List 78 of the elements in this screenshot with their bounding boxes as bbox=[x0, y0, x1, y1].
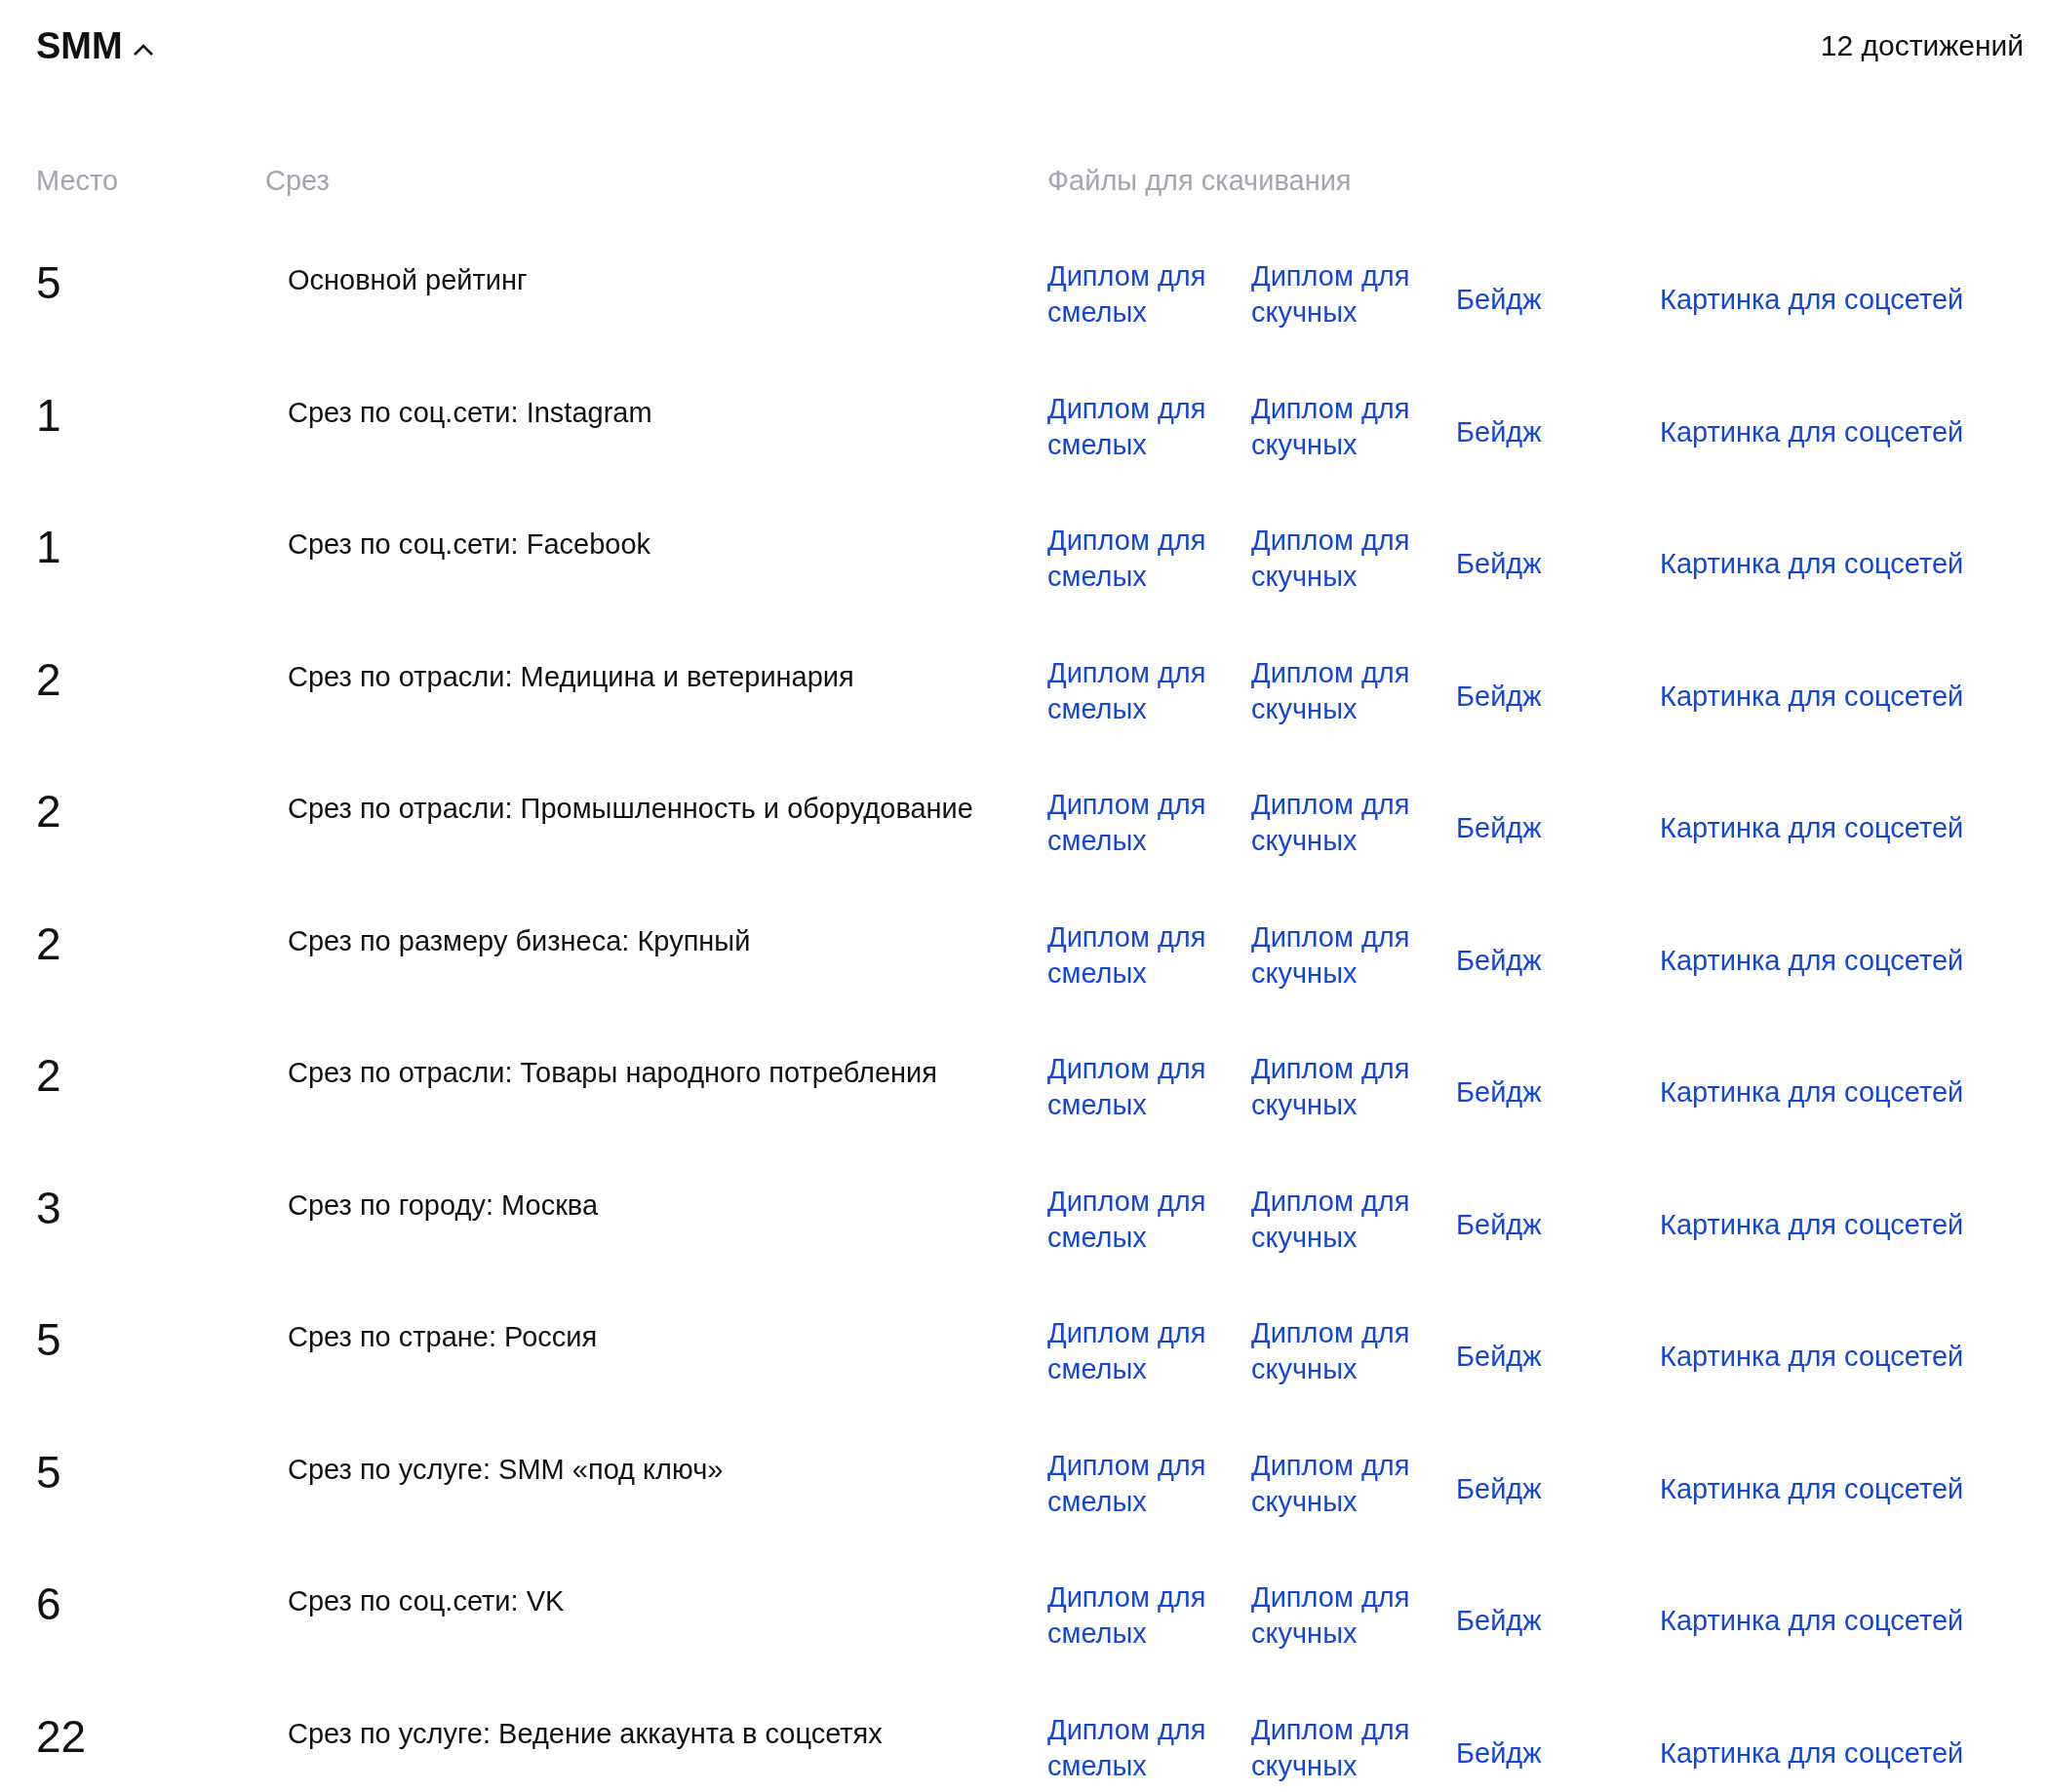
place-number: 6 bbox=[36, 1579, 62, 1631]
caret-icon bbox=[132, 42, 154, 57]
download-link[interactable]: Диплом для скучных bbox=[1251, 1183, 1432, 1256]
download-link[interactable]: Диплом для скучных bbox=[1251, 1711, 1432, 1784]
download-link[interactable]: Диплом для смелых bbox=[1047, 390, 1228, 463]
slice-name: Срез по отрасли: Товары народного потребления bbox=[287, 1056, 939, 1089]
slice-name: Срез по городу: Москва bbox=[287, 1188, 600, 1222]
download-link[interactable]: Бейдж bbox=[1456, 1339, 1542, 1375]
download-link[interactable]: Диплом для скучных bbox=[1251, 1579, 1432, 1652]
download-link[interactable]: Диплом для смелых bbox=[1047, 1711, 1228, 1784]
download-link[interactable]: Диплом для смелых bbox=[1047, 918, 1228, 992]
place-number: 22 bbox=[36, 1711, 88, 1764]
achievements-count: 12 достижений bbox=[1820, 29, 2024, 62]
place-number: 5 bbox=[36, 1447, 62, 1500]
download-link[interactable]: Диплом для смелых bbox=[1047, 1183, 1228, 1256]
download-link[interactable]: Диплом для смелых bbox=[1047, 258, 1228, 331]
download-link[interactable]: Диплом для скучных bbox=[1251, 918, 1432, 992]
place-number: 2 bbox=[36, 1051, 62, 1103]
place-number: 5 bbox=[36, 1315, 62, 1367]
place-number: 2 bbox=[36, 918, 62, 971]
download-link[interactable]: Картинка для соцсетей bbox=[1660, 678, 1964, 715]
slice-name: Срез по соц.сети: VK bbox=[287, 1584, 566, 1617]
download-link[interactable]: Диплом для скучных bbox=[1251, 654, 1432, 727]
download-link[interactable]: Бейдж bbox=[1456, 942, 1542, 979]
download-link[interactable]: Картинка для соцсетей bbox=[1660, 810, 1964, 846]
place-number: 1 bbox=[36, 523, 62, 574]
column-header: Срез bbox=[265, 165, 331, 198]
place-number: 3 bbox=[36, 1183, 62, 1235]
place-number: 2 bbox=[36, 654, 62, 707]
slice-name: Срез по стране: Россия bbox=[287, 1320, 599, 1353]
download-link[interactable]: Диплом для скучных bbox=[1251, 258, 1432, 331]
slice-name: Основной рейтинг bbox=[287, 263, 529, 296]
slice-name: Срез по соц.сети: Instagram bbox=[287, 395, 653, 429]
slice-name: Срез по отрасли: Медицина и ветеринария bbox=[287, 659, 855, 693]
download-link[interactable]: Картинка для соцсетей bbox=[1660, 942, 1964, 979]
download-link[interactable]: Бейдж bbox=[1456, 413, 1542, 450]
download-link[interactable]: Бейдж bbox=[1456, 1074, 1542, 1110]
download-link[interactable]: Картинка для соцсетей bbox=[1660, 1603, 1964, 1639]
column-header: Место bbox=[36, 165, 120, 198]
download-link[interactable]: Бейдж bbox=[1456, 1734, 1542, 1772]
download-link[interactable]: Диплом для скучных bbox=[1251, 390, 1432, 463]
download-link[interactable]: Диплом для скучных bbox=[1251, 1051, 1432, 1123]
download-link[interactable]: Диплом для скучных bbox=[1251, 523, 1432, 595]
download-link[interactable]: Картинка для соцсетей bbox=[1660, 1206, 1964, 1243]
download-link[interactable]: Диплом для смелых bbox=[1047, 1579, 1228, 1652]
download-link[interactable]: Бейдж bbox=[1456, 1206, 1542, 1243]
download-link[interactable]: Диплом для смелых bbox=[1047, 1315, 1228, 1387]
place-number: 2 bbox=[36, 787, 62, 838]
download-link[interactable]: Бейдж bbox=[1456, 810, 1542, 846]
download-link[interactable]: Диплом для скучных bbox=[1251, 1447, 1432, 1520]
slice-name: Срез по услуге: Ведение аккаунта в соцсетях bbox=[287, 1716, 884, 1750]
download-link[interactable]: Диплом для смелых bbox=[1047, 1051, 1228, 1123]
place-number: 5 bbox=[36, 258, 62, 310]
download-link[interactable]: Диплом для смелых bbox=[1047, 787, 1228, 859]
slice-name: Срез по размеру бизнеса: Крупный bbox=[287, 923, 752, 957]
download-link[interactable]: Диплом для скучных bbox=[1251, 787, 1432, 859]
download-link[interactable]: Бейдж bbox=[1456, 1470, 1542, 1507]
download-link[interactable]: Бейдж bbox=[1456, 1603, 1542, 1639]
download-link[interactable]: Диплом для смелых bbox=[1047, 1447, 1228, 1520]
column-header: Файлы для скачивания bbox=[1047, 165, 1353, 198]
download-link[interactable]: Диплом для смелых bbox=[1047, 654, 1228, 727]
place-number: 1 bbox=[36, 390, 62, 443]
download-link[interactable]: Картинка для соцсетей bbox=[1660, 282, 1964, 318]
section-toggle[interactable]: SMM bbox=[36, 25, 154, 67]
download-link[interactable]: Бейдж bbox=[1456, 282, 1542, 318]
download-link[interactable]: Диплом для смелых bbox=[1047, 523, 1228, 595]
download-link[interactable]: Картинка для соцсетей bbox=[1660, 1470, 1964, 1507]
download-link[interactable]: Картинка для соцсетей bbox=[1660, 1339, 1964, 1375]
download-link[interactable]: Картинка для соцсетей bbox=[1660, 1734, 1964, 1772]
download-link[interactable]: Картинка для соцсетей bbox=[1660, 1074, 1964, 1110]
download-link[interactable]: Бейдж bbox=[1456, 678, 1542, 715]
download-link[interactable]: Диплом для скучных bbox=[1251, 1315, 1432, 1387]
slice-name: Срез по услуге: SMM «под ключ» bbox=[287, 1452, 725, 1486]
download-link[interactable]: Бейдж bbox=[1456, 546, 1542, 582]
slice-name: Срез по соц.сети: Facebook bbox=[287, 527, 652, 561]
download-link[interactable]: Картинка для соцсетей bbox=[1660, 546, 1964, 582]
download-link[interactable]: Картинка для соцсетей bbox=[1660, 413, 1964, 450]
slice-name: Срез по отрасли: Промышленность и оборудование bbox=[287, 792, 974, 825]
